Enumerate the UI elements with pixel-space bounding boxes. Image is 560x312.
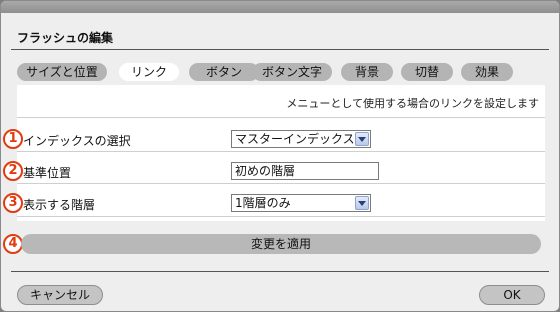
flash-edit-dialog: フラッシュの編集 サイズと位置 リンク ボタン ボタン文字 背景 切替 効果 メ… bbox=[0, 0, 560, 312]
apply-changes-button[interactable]: 変更を適用 bbox=[21, 234, 541, 254]
index-select-value: マスターインデックス bbox=[235, 132, 355, 146]
display-level-value: 1階層のみ bbox=[235, 196, 291, 210]
row-divider bbox=[17, 183, 545, 184]
index-select-label: インデックスの選択 bbox=[23, 134, 131, 148]
title-bar[interactable] bbox=[1, 1, 559, 13]
tab-switch[interactable]: 切替 bbox=[401, 63, 453, 81]
chevron-down-icon[interactable] bbox=[355, 132, 369, 146]
display-level-select[interactable]: 1階層のみ bbox=[231, 194, 371, 212]
divider bbox=[11, 49, 549, 50]
display-level-label: 表示する階層 bbox=[23, 198, 96, 212]
tab-button[interactable]: ボタン bbox=[189, 63, 259, 81]
panel-description: メニューとして使用する場合のリンクを設定します bbox=[286, 97, 539, 110]
index-select[interactable]: マスターインデックス bbox=[231, 130, 371, 148]
row-divider bbox=[17, 216, 545, 217]
tab-link[interactable]: リンク bbox=[119, 63, 179, 81]
tab-size-position[interactable]: サイズと位置 bbox=[17, 63, 107, 81]
step-number-2: 2 bbox=[3, 161, 23, 181]
base-position-label: 基準位置 bbox=[23, 166, 72, 180]
base-position-input[interactable]: 初めの階層 bbox=[231, 162, 379, 180]
row-divider bbox=[17, 151, 545, 152]
cancel-button[interactable]: キャンセル bbox=[17, 285, 103, 305]
chevron-down-icon[interactable] bbox=[355, 196, 369, 210]
divider bbox=[11, 271, 549, 272]
dialog-title: フラッシュの編集 bbox=[17, 31, 114, 45]
tab-effect[interactable]: 効果 bbox=[461, 63, 513, 81]
tab-button-text[interactable]: ボタン文字 bbox=[252, 63, 332, 81]
step-number-4: 4 bbox=[3, 234, 23, 254]
step-number-1: 1 bbox=[3, 129, 23, 149]
step-number-3: 3 bbox=[3, 193, 23, 213]
row-divider bbox=[17, 117, 545, 118]
tab-background[interactable]: 背景 bbox=[341, 63, 393, 81]
ok-button[interactable]: OK bbox=[479, 285, 545, 305]
